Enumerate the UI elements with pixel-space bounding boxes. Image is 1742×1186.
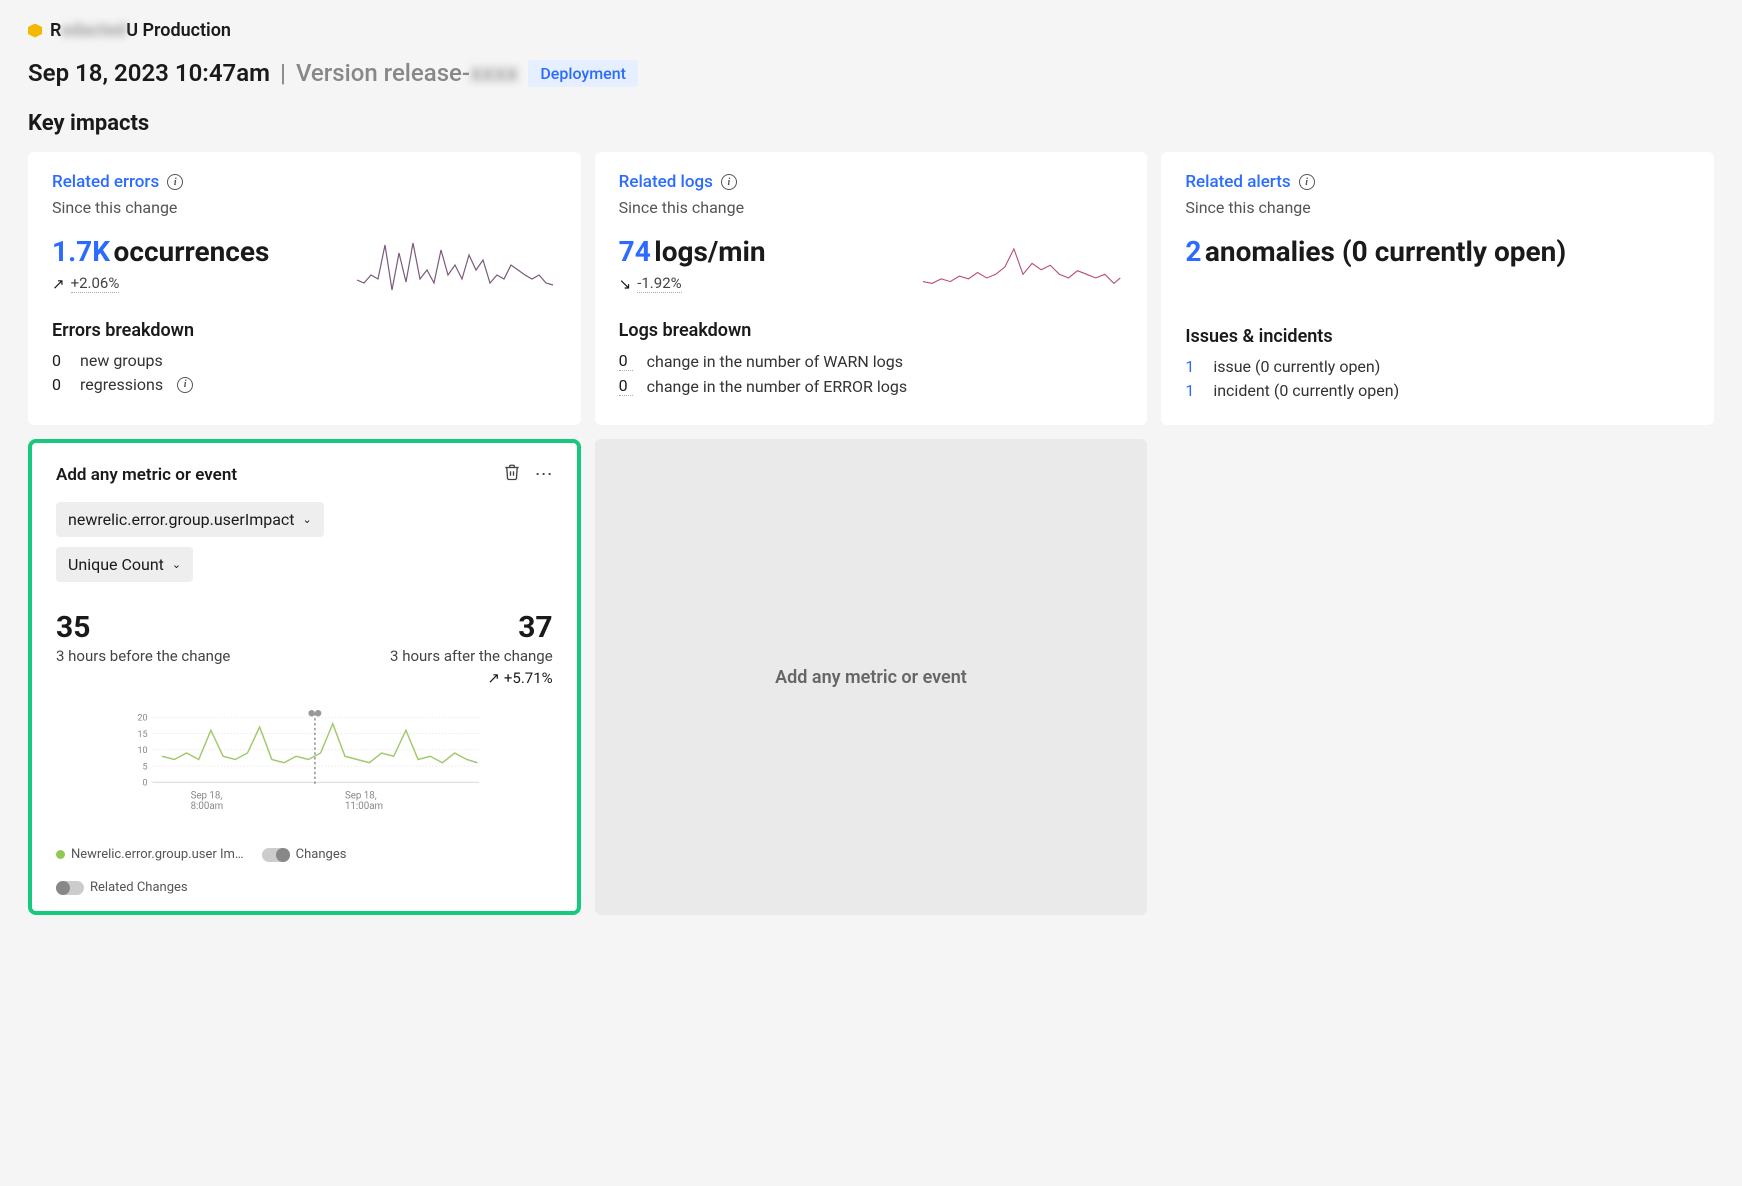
before-value-block: 35 3 hours before the change (56, 610, 230, 687)
info-icon[interactable]: i (167, 174, 183, 190)
logs-per-min: 74 logs/min (619, 235, 912, 268)
legend-toggle-related-changes[interactable]: Related Changes (56, 880, 553, 895)
deployment-subheader: Sep 18, 2023 10:47am | Version release-x… (28, 59, 1714, 87)
toggle-icon (262, 848, 290, 862)
section-title-key-impacts: Key impacts (28, 111, 1714, 136)
logs-error-row: 0 change in the number of ERROR logs (619, 376, 1124, 396)
key-impacts-grid: Related errors i Since this change 1.7K … (28, 152, 1714, 915)
metric-selector-dropdown[interactable]: newrelic.error.group.userImpact⌄ (56, 502, 324, 537)
info-icon[interactable]: i (721, 174, 737, 190)
svg-text:Sep 18,11:00am: Sep 18,11:00am (345, 791, 383, 813)
errors-regressions-row: 0 regressions i (52, 375, 557, 394)
deployment-version: Version release-xxxx (296, 59, 518, 87)
add-metric-placeholder[interactable]: Add any metric or event (595, 439, 1148, 915)
errors-sparkline (357, 235, 557, 300)
chevron-down-icon: ⌄ (303, 513, 312, 526)
logs-breakdown-title: Logs breakdown (619, 320, 1124, 341)
legend-series[interactable]: Newrelic.error.group.user Im… (56, 847, 244, 862)
app-hex-icon (28, 24, 42, 38)
svg-text:Sep 18,8:00am: Sep 18,8:00am (191, 791, 224, 813)
errors-breakdown-title: Errors breakdown (52, 320, 557, 341)
alerts-breakdown-title: Issues & incidents (1185, 326, 1690, 347)
alerts-incident-row: 1 incident (0 currently open) (1185, 381, 1690, 400)
errors-occurrences: 1.7K occurrences (52, 235, 345, 268)
arrow-up-icon: ↗ (52, 275, 65, 293)
deployment-tag[interactable]: Deployment (528, 60, 638, 87)
related-logs-card: Related logs i Since this change 74 logs… (595, 152, 1148, 425)
related-errors-card: Related errors i Since this change 1.7K … (28, 152, 581, 425)
toggle-icon (56, 881, 84, 895)
metric-chart: 20 15 10 5 0 Sep 18,8:00am Sep 18,11:00a… (56, 701, 553, 835)
legend-dot-icon (56, 850, 65, 859)
deployment-datetime: Sep 18, 2023 10:47am (28, 59, 270, 87)
app-title-row: RedactedU Production (28, 20, 1714, 41)
trash-icon[interactable] (503, 463, 521, 486)
aggregation-dropdown[interactable]: Unique Count⌄ (56, 547, 193, 582)
logs-warn-row: 0 change in the number of WARN logs (619, 351, 1124, 371)
logs-sparkline (923, 235, 1123, 300)
related-errors-link[interactable]: Related errors (52, 172, 159, 192)
alerts-anomalies: 2 anomalies (0 currently open) (1185, 235, 1690, 268)
chevron-down-icon: ⌄ (172, 558, 181, 571)
arrow-down-icon: ↘ (619, 275, 632, 293)
alerts-issue-row: 1 issue (0 currently open) (1185, 357, 1690, 376)
related-alerts-link[interactable]: Related alerts (1185, 172, 1290, 192)
related-errors-subtitle: Since this change (52, 198, 557, 217)
custom-metric-card: Add any metric or event ⋯ newrelic.error… (28, 439, 581, 915)
arrow-up-icon: ↗ (487, 669, 500, 687)
svg-text:5: 5 (143, 762, 148, 772)
more-icon[interactable]: ⋯ (535, 464, 553, 485)
svg-text:15: 15 (137, 730, 147, 740)
related-alerts-subtitle: Since this change (1185, 198, 1690, 217)
related-logs-subtitle: Since this change (619, 198, 1124, 217)
metric-card-title: Add any metric or event (56, 465, 237, 485)
app-name: RedactedU Production (50, 20, 231, 41)
logs-delta: ↘ -1.92% (619, 274, 912, 293)
after-value-block: 37 3 hours after the change ↗ +5.71% (390, 610, 553, 687)
svg-text:20: 20 (137, 714, 147, 724)
svg-text:10: 10 (137, 746, 147, 756)
errors-delta: ↗ +2.06% (52, 274, 345, 293)
svg-text:0: 0 (143, 779, 148, 789)
info-icon[interactable]: i (1299, 174, 1315, 190)
info-icon[interactable]: i (177, 377, 193, 393)
related-alerts-card: Related alerts i Since this change 2 ano… (1161, 152, 1714, 425)
errors-new-groups-row: 0 new groups (52, 351, 557, 370)
legend-toggle-changes[interactable]: Changes (262, 847, 347, 862)
related-logs-link[interactable]: Related logs (619, 172, 713, 192)
